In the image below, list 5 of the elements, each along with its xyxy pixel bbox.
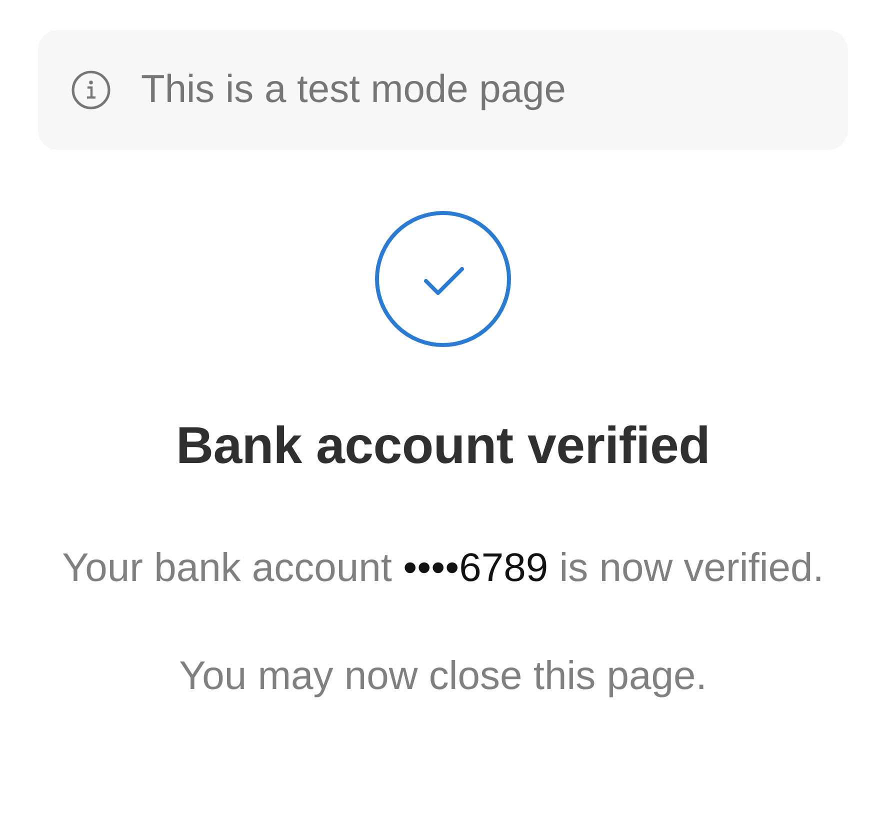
info-icon <box>71 70 111 110</box>
verification-message: Your bank account ••••6789 is now verified. <box>62 545 824 592</box>
page-title: Bank account verified <box>176 416 710 477</box>
close-page-note: You may now close this page. <box>179 653 707 700</box>
banner-text: This is a test mode page <box>141 67 566 113</box>
